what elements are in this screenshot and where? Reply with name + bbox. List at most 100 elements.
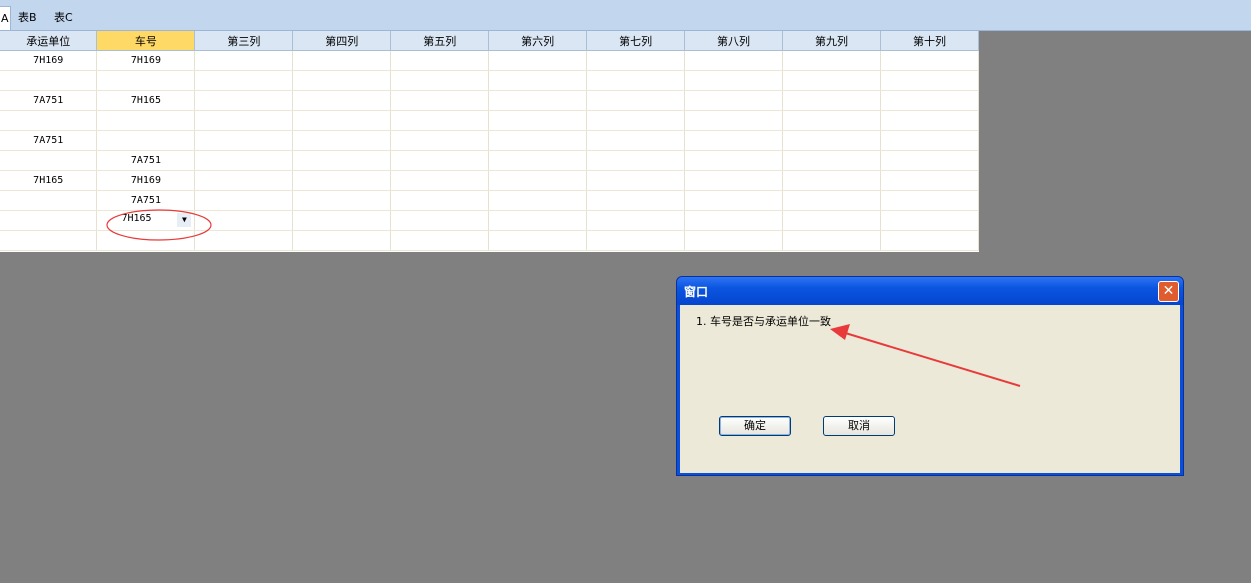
grid-cell[interactable] xyxy=(586,150,686,171)
grid-cell[interactable] xyxy=(96,130,196,151)
grid-cell[interactable] xyxy=(194,230,294,251)
grid-cell[interactable] xyxy=(586,130,686,151)
grid-cell[interactable] xyxy=(194,50,294,71)
grid-cell[interactable] xyxy=(586,210,686,231)
grid-cell[interactable] xyxy=(292,190,392,211)
grid-cell[interactable] xyxy=(586,170,686,191)
grid-cell[interactable] xyxy=(194,90,294,111)
grid-cell[interactable] xyxy=(390,90,490,111)
grid-cell[interactable] xyxy=(390,130,490,151)
grid-cell[interactable] xyxy=(782,230,881,251)
grid-cell[interactable] xyxy=(194,70,294,91)
grid-cell[interactable]: 7A751 xyxy=(96,190,196,211)
grid-cell[interactable] xyxy=(684,210,784,231)
grid-cell[interactable] xyxy=(194,110,294,131)
grid-cell[interactable] xyxy=(684,130,784,151)
grid-cell[interactable] xyxy=(880,210,979,231)
grid-cell[interactable] xyxy=(880,230,979,251)
grid-cell[interactable] xyxy=(782,210,881,231)
grid-cell[interactable] xyxy=(194,190,294,211)
grid-cell[interactable] xyxy=(292,70,392,91)
grid-cell[interactable] xyxy=(488,210,588,231)
grid-cell[interactable] xyxy=(390,190,490,211)
grid-cell[interactable] xyxy=(292,50,392,71)
grid-cell[interactable] xyxy=(684,190,784,211)
grid-cell[interactable] xyxy=(292,150,392,171)
grid-cell[interactable]: 7H165 ▼ xyxy=(96,210,196,231)
grid-cell[interactable] xyxy=(488,110,588,131)
grid-cell[interactable] xyxy=(0,70,98,91)
close-button[interactable]: ✕ xyxy=(1158,281,1179,302)
grid-cell[interactable]: 7H169 xyxy=(0,50,98,71)
grid-cell[interactable] xyxy=(488,130,588,151)
grid-cell[interactable] xyxy=(880,190,979,211)
grid-cell[interactable] xyxy=(684,170,784,191)
grid-cell[interactable] xyxy=(488,90,588,111)
column-header[interactable]: 承运单位 xyxy=(0,31,98,51)
column-header[interactable]: 第五列 xyxy=(390,31,490,51)
grid-cell[interactable] xyxy=(0,110,98,131)
column-header[interactable]: 第九列 xyxy=(782,31,881,51)
grid-cell[interactable]: 7A751 xyxy=(0,130,98,151)
grid-cell[interactable] xyxy=(880,70,979,91)
grid-cell[interactable]: 7H169 xyxy=(96,50,196,71)
grid-cell[interactable] xyxy=(0,210,98,231)
grid-cell[interactable] xyxy=(96,70,196,91)
grid-cell[interactable] xyxy=(684,70,784,91)
grid-cell[interactable] xyxy=(488,150,588,171)
column-header-selected[interactable]: 车号 xyxy=(96,31,196,51)
tab-a[interactable]: A xyxy=(0,6,11,30)
grid-cell[interactable] xyxy=(880,130,979,151)
grid-cell[interactable] xyxy=(586,230,686,251)
grid-cell[interactable] xyxy=(390,170,490,191)
grid-cell[interactable] xyxy=(880,90,979,111)
grid-cell[interactable] xyxy=(684,230,784,251)
grid-cell[interactable] xyxy=(0,150,98,171)
grid-cell[interactable]: 7A751 xyxy=(96,150,196,171)
grid-cell[interactable] xyxy=(782,170,881,191)
grid-cell[interactable] xyxy=(292,170,392,191)
grid-cell[interactable] xyxy=(96,110,196,131)
ok-button[interactable]: 确定 xyxy=(719,416,791,436)
grid-cell[interactable] xyxy=(194,150,294,171)
grid-cell[interactable] xyxy=(880,150,979,171)
grid-cell[interactable]: 7H165 xyxy=(0,170,98,191)
grid-cell[interactable] xyxy=(488,190,588,211)
column-header[interactable]: 第三列 xyxy=(194,31,294,51)
cancel-button[interactable]: 取消 xyxy=(823,416,895,436)
grid-cell[interactable] xyxy=(880,170,979,191)
grid-cell[interactable] xyxy=(390,230,490,251)
grid-cell[interactable] xyxy=(880,110,979,131)
grid-cell[interactable] xyxy=(194,170,294,191)
grid-cell[interactable] xyxy=(684,90,784,111)
grid-cell[interactable] xyxy=(292,210,392,231)
grid-cell[interactable] xyxy=(292,90,392,111)
car-number-dropdown[interactable]: 7H165 ▼ xyxy=(107,212,194,228)
column-header[interactable]: 第八列 xyxy=(684,31,784,51)
grid-cell[interactable] xyxy=(488,50,588,71)
dialog-titlebar[interactable]: 窗口 ✕ xyxy=(677,277,1183,305)
column-header[interactable]: 第四列 xyxy=(292,31,392,51)
dropdown-arrow-icon[interactable]: ▼ xyxy=(177,213,192,227)
grid-cell[interactable] xyxy=(390,150,490,171)
tab-b[interactable]: 表B xyxy=(14,6,41,30)
grid-cell[interactable] xyxy=(390,210,490,231)
grid-cell[interactable] xyxy=(0,230,98,251)
grid-cell[interactable] xyxy=(684,50,784,71)
grid-cell[interactable] xyxy=(96,230,196,251)
grid-cell[interactable]: 7H165 xyxy=(96,90,196,111)
grid-cell[interactable] xyxy=(586,90,686,111)
grid-cell[interactable] xyxy=(292,130,392,151)
grid-cell[interactable] xyxy=(586,50,686,71)
grid-cell[interactable] xyxy=(390,110,490,131)
grid-cell[interactable] xyxy=(488,70,588,91)
grid-cell[interactable] xyxy=(194,210,294,231)
grid-cell[interactable] xyxy=(684,110,784,131)
grid-cell[interactable] xyxy=(292,110,392,131)
grid-cell[interactable] xyxy=(782,110,881,131)
grid-cell[interactable] xyxy=(586,110,686,131)
grid-cell[interactable] xyxy=(292,230,392,251)
grid-cell[interactable] xyxy=(880,50,979,71)
grid-cell[interactable] xyxy=(0,190,98,211)
grid-cell[interactable] xyxy=(782,50,881,71)
